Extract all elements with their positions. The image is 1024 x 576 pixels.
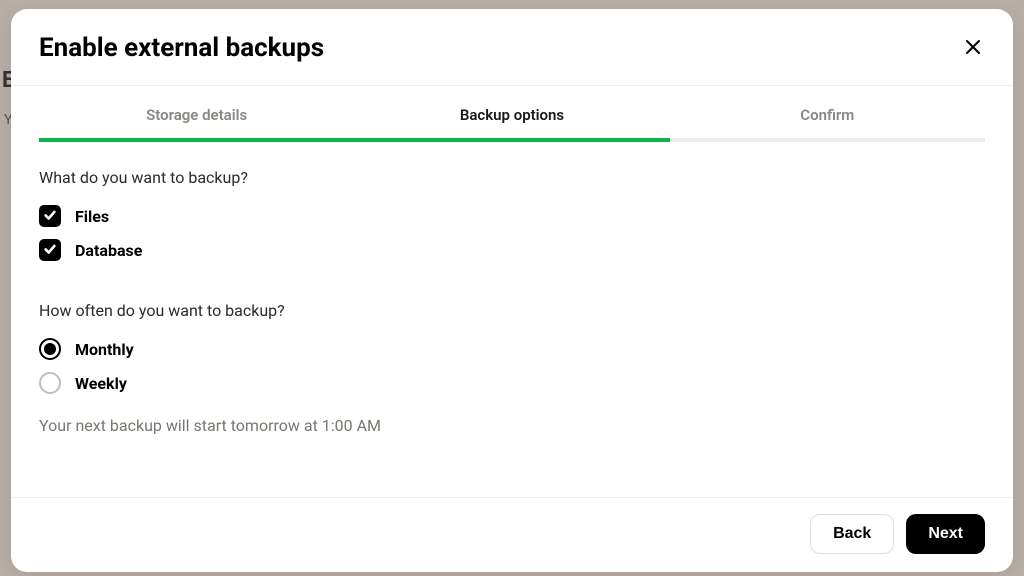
stepper: Storage details Backup options Confirm [39,86,985,142]
radio-weekly-circle [39,372,61,394]
step-confirm[interactable]: Confirm [670,86,985,142]
radio-weekly-label: Weekly [75,374,127,393]
checkbox-database-label: Database [75,241,142,260]
what-to-backup-label: What do you want to backup? [39,168,985,187]
checkbox-files-label: Files [75,207,109,226]
checkbox-files-box [39,205,61,227]
next-button[interactable]: Next [906,514,985,554]
frequency-label: How often do you want to backup? [39,301,985,320]
backup-targets-group: Files Database [39,205,985,261]
next-backup-hint: Your next backup will start tomorrow at … [39,416,985,435]
check-icon [43,241,57,260]
close-icon [965,39,981,58]
modal-header: Enable external backups [11,9,1013,86]
check-icon [43,207,57,226]
radio-monthly[interactable]: Monthly [39,338,985,360]
radio-monthly-circle [39,338,61,360]
frequency-group: Monthly Weekly [39,338,985,394]
back-button[interactable]: Back [810,514,894,554]
step-backup-options[interactable]: Backup options [354,86,669,142]
backup-modal: Enable external backups Storage details … [11,9,1013,572]
modal-footer: Back Next [11,497,1013,572]
close-button[interactable] [961,35,985,62]
modal-title: Enable external backups [39,33,324,63]
modal-body: What do you want to backup? Files [11,142,1013,497]
radio-monthly-label: Monthly [75,340,134,359]
checkbox-files[interactable]: Files [39,205,985,227]
checkbox-database-box [39,239,61,261]
checkbox-database[interactable]: Database [39,239,985,261]
radio-weekly[interactable]: Weekly [39,372,985,394]
radio-dot-icon [44,343,56,355]
step-storage-details[interactable]: Storage details [39,86,354,142]
